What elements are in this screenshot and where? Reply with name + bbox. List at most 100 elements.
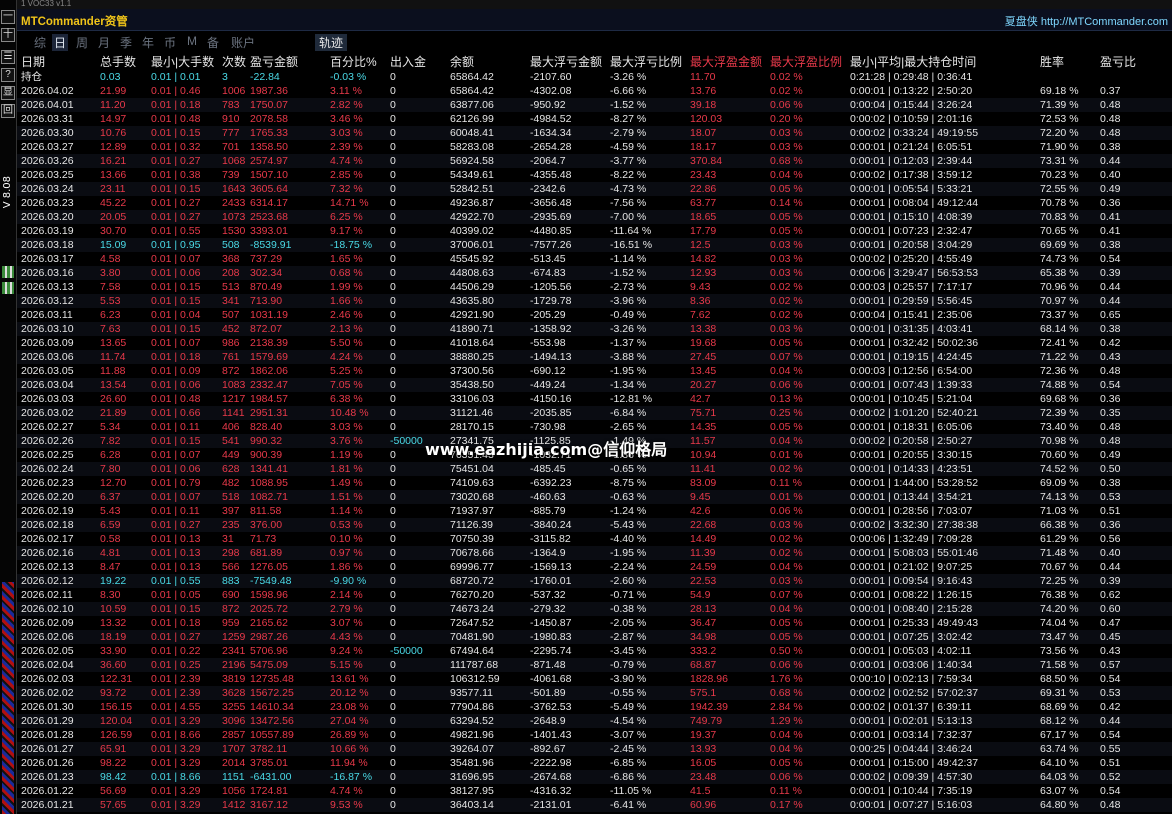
cell-bal: 56924.58 bbox=[450, 155, 494, 167]
col-deposit-withdraw[interactable]: 出入金 bbox=[390, 55, 426, 70]
table-row[interactable]: 2026.03.19 30.70 0.01 | 0.55 1530 3393.01 9.1… bbox=[17, 224, 1172, 238]
table-row[interactable]: 2026.01.22 56.69 0.01 | 3.29 1056 1724.81 4.7… bbox=[17, 784, 1172, 798]
table-row[interactable]: 2026.03.26 16.21 0.01 | 0.27 1068 2574.97 4.7… bbox=[17, 154, 1172, 168]
tab-account[interactable]: 账户 bbox=[229, 34, 257, 51]
table-row[interactable]: 2026.02.20 6.37 0.01 | 0.07 518 1082.71 1.51 … bbox=[17, 490, 1172, 504]
tab-notes[interactable]: 备 bbox=[205, 34, 221, 51]
table-row[interactable]: 2026.03.18 15.09 0.01 | 0.95 508 -8539.91 -18… bbox=[17, 238, 1172, 252]
display-icon[interactable]: 显 bbox=[1, 86, 15, 100]
col-count[interactable]: 次数 bbox=[222, 55, 246, 70]
col-max-float-loss-pct[interactable]: 最大浮亏比例 bbox=[610, 55, 682, 70]
table-row[interactable]: 2026.03.11 6.23 0.01 | 0.04 507 1031.19 2.46 … bbox=[17, 308, 1172, 322]
website-link[interactable]: http://MTCommander.com bbox=[1041, 16, 1168, 28]
col-pl-ratio[interactable]: 盈亏比 bbox=[1100, 55, 1136, 70]
table-row[interactable]: 2026.02.06 18.19 0.01 | 0.27 1259 2987.26 4.4… bbox=[17, 630, 1172, 644]
back-icon[interactable]: 回 bbox=[1, 104, 15, 118]
table-row[interactable]: 2026.02.16 4.81 0.01 | 0.13 298 681.89 0.97 %… bbox=[17, 546, 1172, 560]
table-row[interactable]: 2026.01.28 126.59 0.01 | 8.66 2857 10557.89 2… bbox=[17, 728, 1172, 742]
settings-icon[interactable]: ☰ bbox=[1, 50, 15, 64]
col-win-rate[interactable]: 胜率 bbox=[1040, 55, 1064, 70]
table-row[interactable]: 2026.03.16 3.80 0.01 | 0.06 208 302.34 0.68 %… bbox=[17, 266, 1172, 280]
table-row[interactable]: 2026.03.27 12.89 0.01 | 0.32 701 1358.50 2.39… bbox=[17, 140, 1172, 154]
tab-currency[interactable]: 币 bbox=[162, 34, 178, 51]
col-date[interactable]: 日期 bbox=[21, 55, 45, 70]
cell-pct: 4.24 % bbox=[330, 351, 363, 363]
table-row[interactable]: 2026.02.05 33.90 0.01 | 0.22 2341 5706.96 9.2… bbox=[17, 644, 1172, 658]
table-row[interactable]: 2026.03.31 14.97 0.01 | 0.48 910 2078.58 3.46… bbox=[17, 112, 1172, 126]
tab-quarter[interactable]: 季 bbox=[118, 34, 134, 51]
table-row[interactable]: 2026.01.26 98.22 0.01 | 3.29 2014 3785.01 11.… bbox=[17, 756, 1172, 770]
col-max-float-profit[interactable]: 最大浮盈金额 bbox=[690, 55, 762, 70]
cell-mflp: -2.87 % bbox=[610, 631, 647, 643]
table-row[interactable]: 2026.03.30 10.76 0.01 | 0.15 777 1765.33 3.03… bbox=[17, 126, 1172, 140]
table-row[interactable]: 2026.03.09 13.65 0.01 | 0.07 986 2138.39 5.50… bbox=[17, 336, 1172, 350]
cell-mfpp: 0.04 % bbox=[770, 603, 803, 615]
cell-io: 0 bbox=[390, 785, 396, 797]
table-row[interactable]: 2026.03.20 20.05 0.01 | 0.27 1073 2523.68 6.2… bbox=[17, 210, 1172, 224]
tab-year[interactable]: 年 bbox=[140, 34, 156, 51]
cell-io: 0 bbox=[390, 757, 396, 769]
table-row[interactable]: 2026.02.17 0.58 0.01 | 0.13 31 71.73 0.10 % 0 7… bbox=[17, 532, 1172, 546]
table-row[interactable]: 2026.02.27 5.34 0.01 | 0.11 406 828.40 3.03 %… bbox=[17, 420, 1172, 434]
table-row[interactable]: 2026.02.11 8.30 0.01 | 0.05 690 1598.96 2.14 … bbox=[17, 588, 1172, 602]
table-row[interactable]: 2026.03.13 7.58 0.01 | 0.15 513 870.49 1.99 %… bbox=[17, 280, 1172, 294]
minimize-icon[interactable]: 一 bbox=[1, 10, 15, 24]
col-max-float-profit-pct[interactable]: 最大浮盈比例 bbox=[770, 55, 842, 70]
table-row[interactable]: 2026.03.10 7.63 0.01 | 0.15 452 872.07 2.13 %… bbox=[17, 322, 1172, 336]
table-row[interactable]: 2026.03.24 23.11 0.01 | 0.15 1643 3605.64 7.3… bbox=[17, 182, 1172, 196]
cell-pct: 4.43 % bbox=[330, 631, 363, 643]
table-row[interactable]: 2026.01.30 156.15 0.01 | 4.55 3255 14610.34 2… bbox=[17, 700, 1172, 714]
table-row[interactable]: 2026.04.01 11.20 0.01 | 0.18 783 1750.07 2.82… bbox=[17, 98, 1172, 112]
table-row[interactable]: 2026.02.03 122.31 0.01 | 2.39 3819 12735.48 1… bbox=[17, 672, 1172, 686]
col-max-float-loss[interactable]: 最大浮亏金额 bbox=[530, 55, 602, 70]
table-row[interactable]: 2026.01.29 120.04 0.01 | 3.29 3096 13472.56 2… bbox=[17, 714, 1172, 728]
col-balance[interactable]: 余额 bbox=[450, 55, 474, 70]
table-row[interactable]: 2026.02.02 93.72 0.01 | 2.39 3628 15672.25 20… bbox=[17, 686, 1172, 700]
table-row[interactable]: 2026.02.10 10.59 0.01 | 0.15 872 2025.72 2.79… bbox=[17, 602, 1172, 616]
table-row[interactable]: 2026.02.13 8.47 0.01 | 0.13 566 1276.05 1.86 … bbox=[17, 560, 1172, 574]
tab-day[interactable]: 日 bbox=[52, 34, 69, 51]
help-icon[interactable]: ? bbox=[1, 68, 15, 82]
flag-icon[interactable] bbox=[2, 266, 14, 278]
tab-week[interactable]: 周 bbox=[74, 34, 90, 51]
tab-overview[interactable]: 综 bbox=[32, 34, 48, 51]
cell-bal: 60048.41 bbox=[450, 127, 494, 139]
table-row[interactable]: 2026.02.19 5.43 0.01 | 0.11 397 811.58 1.14 %… bbox=[17, 504, 1172, 518]
table-row[interactable]: 2026.03.12 5.53 0.01 | 0.15 341 713.90 1.66 %… bbox=[17, 294, 1172, 308]
cell-minmax: 0.01 | 0.01 bbox=[151, 71, 201, 83]
table-row[interactable]: 2026.03.23 45.22 0.01 | 0.27 2433 6314.17 14.… bbox=[17, 196, 1172, 210]
cell-win: 73.37 % bbox=[1040, 309, 1079, 321]
table-row[interactable]: 2026.01.23 98.42 0.01 | 8.66 1151 -6431.00 -1… bbox=[17, 770, 1172, 784]
move-icon[interactable]: 十 bbox=[1, 28, 15, 42]
table-row[interactable]: 2026.03.25 13.66 0.01 | 0.38 739 1507.10 2.85… bbox=[17, 168, 1172, 182]
col-min-max-lots[interactable]: 最小|大手数 bbox=[151, 55, 214, 70]
cell-mfp: 1828.96 bbox=[690, 673, 728, 685]
flag-icon-2[interactable] bbox=[2, 282, 14, 294]
cell-win: 66.38 % bbox=[1040, 519, 1079, 531]
table-row[interactable]: 2026.02.12 19.22 0.01 | 0.55 883 -7549.48 -9.… bbox=[17, 574, 1172, 588]
col-percent[interactable]: 百分比% bbox=[330, 55, 377, 70]
cell-win: 74.13 % bbox=[1040, 491, 1079, 503]
table-row[interactable]: 2026.03.05 11.88 0.01 | 0.09 872 1862.06 5.25… bbox=[17, 364, 1172, 378]
table-row[interactable]: 2026.03.06 11.74 0.01 | 0.18 761 1579.69 4.24… bbox=[17, 350, 1172, 364]
table-row[interactable]: 2026.04.02 21.99 0.01 | 0.46 1006 1987.36 3.1… bbox=[17, 84, 1172, 98]
track-button[interactable]: 轨迹 bbox=[315, 34, 348, 51]
table-row[interactable]: 2026.02.18 6.59 0.01 | 0.27 235 376.00 0.53 %… bbox=[17, 518, 1172, 532]
holding-row[interactable]: 持仓 0.03 0.01 | 0.01 3 -22.84 -0.03 % 0 6… bbox=[17, 70, 1172, 84]
table-row[interactable]: 2026.02.24 7.80 0.01 | 0.06 628 1341.41 1.81 … bbox=[17, 462, 1172, 476]
table-row[interactable]: 2026.02.09 13.32 0.01 | 0.18 959 2165.62 3.07… bbox=[17, 616, 1172, 630]
tab-magic[interactable]: M bbox=[185, 34, 199, 48]
table-row[interactable]: 2026.03.17 4.58 0.01 | 0.07 368 737.29 1.65 %… bbox=[17, 252, 1172, 266]
table-row[interactable]: 2026.01.21 57.65 0.01 | 3.29 1412 3167.12 9.5… bbox=[17, 798, 1172, 812]
table-row[interactable]: 2026.03.04 13.54 0.01 | 0.06 1083 2332.47 7.0… bbox=[17, 378, 1172, 392]
col-pnl[interactable]: 盈亏金额 bbox=[250, 55, 298, 70]
col-hold-time[interactable]: 最小|平均|最大持仓时间 bbox=[850, 55, 976, 70]
table-row[interactable]: 2026.02.04 36.60 0.01 | 0.25 2196 5475.09 5.1… bbox=[17, 658, 1172, 672]
table-row[interactable]: 2026.03.02 21.89 0.01 | 0.66 1141 2951.31 10.… bbox=[17, 406, 1172, 420]
col-total-lots[interactable]: 总手数 bbox=[100, 55, 136, 70]
cell-mfpp: 0.06 % bbox=[770, 659, 803, 671]
table-row[interactable]: 2026.03.03 26.60 0.01 | 0.48 1217 1984.57 6.3… bbox=[17, 392, 1172, 406]
table-row[interactable]: 2026.02.23 12.70 0.01 | 0.79 482 1088.95 1.49… bbox=[17, 476, 1172, 490]
tab-month[interactable]: 月 bbox=[96, 34, 112, 51]
table-row[interactable]: 2026.01.27 65.91 0.01 | 3.29 1707 3782.11 10.… bbox=[17, 742, 1172, 756]
